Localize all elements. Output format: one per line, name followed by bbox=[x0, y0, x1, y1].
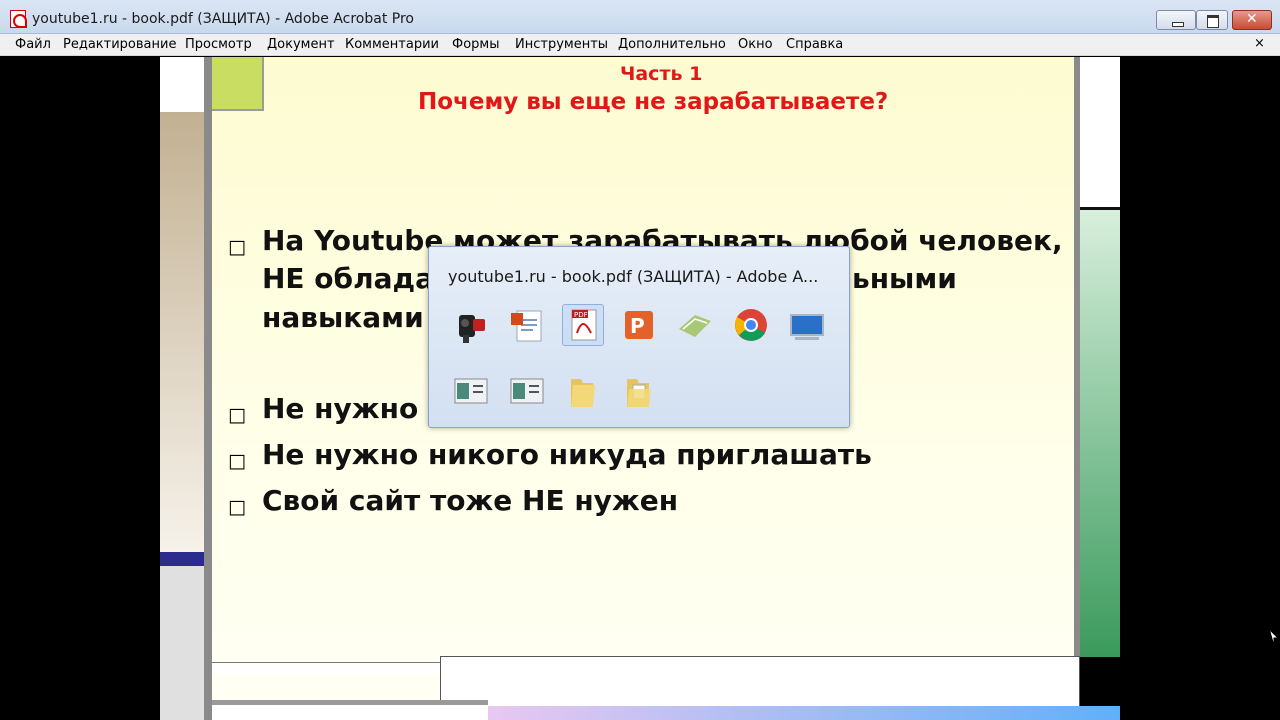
bullet-text-partial: Не нужно bbox=[262, 392, 419, 425]
menu-help[interactable]: Справка bbox=[786, 37, 843, 52]
menu-document[interactable]: Документ bbox=[267, 37, 335, 52]
menu-view[interactable]: Просмотр bbox=[185, 37, 252, 52]
window-preview-icon[interactable] bbox=[451, 371, 491, 411]
document-close-icon[interactable]: × bbox=[1254, 36, 1265, 51]
bullet-text-partial: ьными bbox=[852, 262, 957, 295]
resize-cursor-icon bbox=[1269, 629, 1280, 644]
bullet-marker: □ bbox=[228, 450, 246, 472]
svg-text:P: P bbox=[630, 314, 645, 338]
window-preview-icon[interactable] bbox=[507, 371, 547, 411]
menu-forms[interactable]: Формы bbox=[452, 37, 499, 52]
camcorder-icon[interactable] bbox=[451, 305, 491, 345]
menu-edit[interactable]: Редактирование bbox=[63, 37, 176, 52]
bullet-text-partial: навыками bbox=[262, 301, 424, 334]
thumbnail-title: youtube1.ru - book.pdf (ЗАЩИТА) - Adobe … bbox=[448, 267, 819, 286]
folder-doc-icon[interactable] bbox=[619, 371, 659, 411]
maximize-button[interactable] bbox=[1196, 10, 1228, 30]
minimize-button[interactable] bbox=[1156, 10, 1196, 30]
window-title: youtube1.ru - book.pdf (ЗАЩИТА) - Adobe … bbox=[32, 11, 414, 27]
menu-file[interactable]: Файл bbox=[15, 37, 51, 52]
chrome-icon[interactable] bbox=[731, 305, 771, 345]
slide-part-label: Часть 1 bbox=[620, 63, 703, 85]
menu-window[interactable]: Окно bbox=[738, 37, 773, 52]
slide-corner-block bbox=[212, 57, 264, 111]
left-decor-strip bbox=[160, 57, 204, 720]
bullet-marker: □ bbox=[228, 496, 246, 518]
next-page-gradient bbox=[488, 706, 1120, 720]
taskbar-thumbnail-popup[interactable]: youtube1.ru - book.pdf (ЗАЩИТА) - Adobe … bbox=[428, 246, 850, 428]
window-titlebar[interactable]: youtube1.ru - book.pdf (ЗАЩИТА) - Adobe … bbox=[0, 0, 1280, 34]
pdf-acrobat-icon[interactable]: PDF bbox=[562, 304, 604, 346]
pdf-badge-text: PDF bbox=[574, 311, 588, 319]
menu-tools[interactable]: Инструменты bbox=[515, 37, 608, 52]
bullet-marker: □ bbox=[228, 236, 246, 258]
slide-title: Почему вы еще не зарабатываете? bbox=[418, 89, 889, 115]
bullet-text: Не нужно никого никуда приглашать bbox=[262, 438, 872, 471]
bullet-marker: □ bbox=[228, 404, 246, 426]
menu-bar: Файл Редактирование Просмотр Документ Ко… bbox=[0, 34, 1280, 56]
bullet-text-partial: НЕ облада bbox=[262, 262, 435, 295]
next-page-edge bbox=[212, 700, 488, 720]
powerpoint-icon[interactable]: P bbox=[619, 305, 659, 345]
menu-advanced[interactable]: Дополнительно bbox=[618, 37, 726, 52]
powerpoint-doc-icon[interactable] bbox=[507, 305, 547, 345]
monitor-icon[interactable] bbox=[787, 305, 827, 345]
right-decor-strip bbox=[1080, 57, 1120, 657]
bullet-text: Свой сайт тоже НЕ нужен bbox=[262, 484, 679, 517]
acrobat-app-icon[interactable] bbox=[10, 10, 27, 28]
map-app-icon[interactable] bbox=[675, 305, 715, 345]
close-button[interactable] bbox=[1232, 10, 1272, 30]
folder-icon[interactable] bbox=[563, 371, 603, 411]
menu-comments[interactable]: Комментарии bbox=[345, 37, 439, 52]
